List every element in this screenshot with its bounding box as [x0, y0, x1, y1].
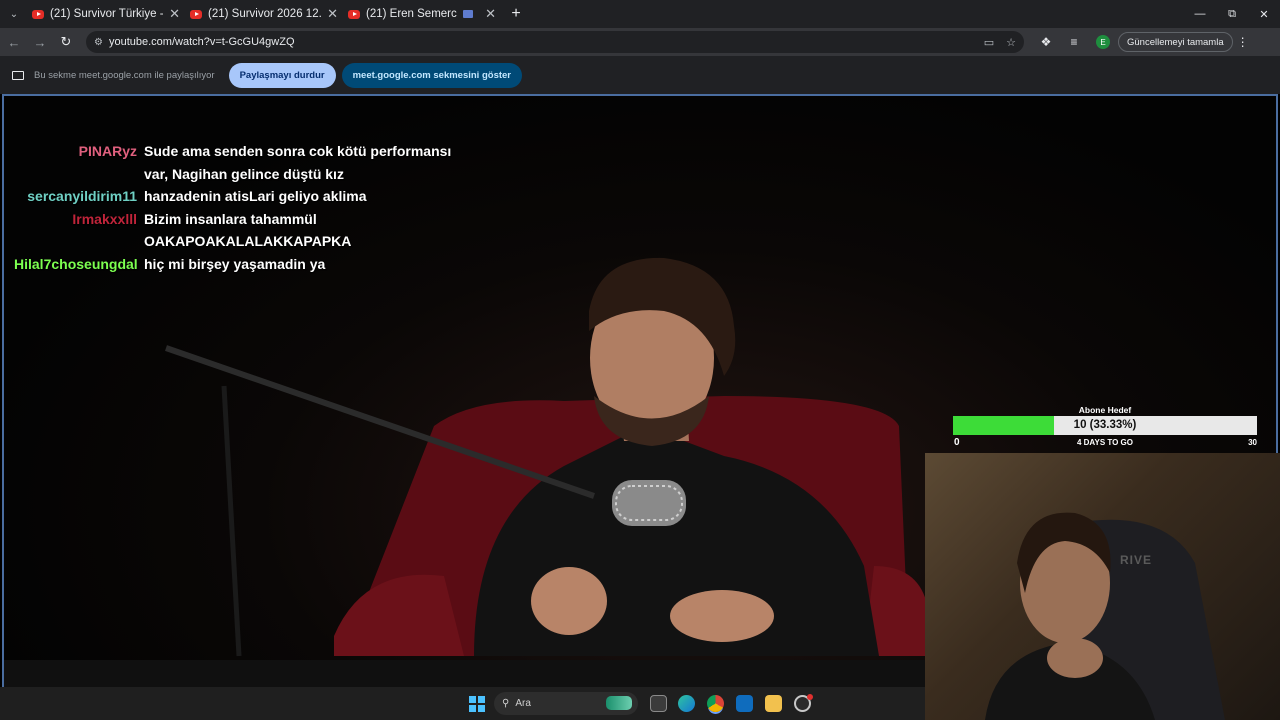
person-right-hand-shape — [670, 590, 774, 642]
cast-icon[interactable]: ▭ — [984, 36, 994, 49]
subscriber-goal-widget: Abone Hedef 10 (33.33%) 0 4 DAYS TO GO 3… — [953, 404, 1257, 449]
chat-username: Hilal7choseungdal — [14, 255, 138, 272]
microphone-stand — [221, 385, 242, 657]
search-highlight-icon — [606, 696, 632, 710]
webcam-overlay — [925, 453, 1280, 720]
tab-close-icon[interactable]: ✕ — [169, 6, 180, 22]
profile-avatar[interactable]: E — [1096, 35, 1110, 49]
goal-progress-label: 10 (33.33%) — [1073, 419, 1137, 431]
browser-toolbar: ← → ↻ ⚙ youtube.com/watch?v=t-GcGU4gwZQ … — [0, 28, 1280, 56]
chat-text: hiç mi birşey yaşamadin ya — [144, 255, 326, 272]
new-tab-button[interactable]: + — [502, 5, 530, 23]
menu-kebab-icon[interactable]: ⋮ — [1233, 35, 1253, 49]
mail-icon[interactable] — [736, 695, 753, 712]
task-view-icon[interactable] — [650, 695, 667, 712]
back-arrow-icon[interactable]: ← — [2, 30, 26, 54]
chat-username: PINARyz — [78, 143, 137, 159]
person-left-hand-shape — [531, 567, 607, 635]
webcam-scene-illustration — [985, 512, 1225, 720]
close-window-icon[interactable]: ✕ — [1248, 0, 1280, 28]
update-button[interactable]: Güncellemeyi tamamla — [1118, 32, 1233, 52]
chat-text: Bizim insanlara tahammül OAKAPOAKALALAKK… — [144, 210, 352, 250]
chat-text: hanzadenin atisLari geliyo aklima — [144, 188, 367, 204]
tab-title: (21) Survivor 2026 12. Hafta 4. Eleme — [208, 8, 322, 20]
screen-share-icon — [12, 70, 24, 80]
edge-icon[interactable] — [678, 695, 695, 712]
stop-sharing-button[interactable]: Paylaşmayı durdur — [228, 62, 336, 88]
browser-tab-3[interactable]: (21) Eren Semerci'den Survivor ✕ — [344, 0, 502, 28]
chat-message: Hilal7choseungdal hiç mi birşey yaşamadi… — [14, 253, 454, 276]
show-meet-tab-button[interactable]: meet.google.com sekmesini göster — [341, 62, 522, 88]
forward-arrow-icon[interactable]: → — [28, 30, 52, 54]
chat-username: Irmakxxlll — [72, 210, 137, 227]
chair-brand-text: RIVE — [1120, 553, 1153, 567]
browser-tab-2[interactable]: (21) Survivor 2026 12. Hafta 4. Eleme ✕ — [186, 0, 344, 28]
site-settings-icon[interactable]: ⚙ — [94, 37, 103, 48]
tab-strip: ⌄ (21) Survivor Türkiye - YouTube ✕ (21)… — [0, 0, 1280, 28]
window-controls: — ⧉ ✕ — [1184, 0, 1280, 28]
goal-max-value: 30 — [1248, 438, 1257, 447]
goal-footer: 0 4 DAYS TO GO 30 — [953, 435, 1257, 449]
restore-icon[interactable]: ⧉ — [1216, 0, 1248, 28]
browser-tab-1[interactable]: (21) Survivor Türkiye - YouTube ✕ — [28, 0, 186, 28]
chat-message: PINARyz Sude ama senden sonra cok kötü p… — [14, 140, 454, 185]
webcam-person-hand — [1047, 638, 1103, 678]
tab-sharing-bar: Bu sekme meet.google.com ile paylaşılıyo… — [0, 56, 1280, 94]
goal-title: Abone Hedef — [1078, 405, 1132, 415]
chat-message: Irmakxxlll Bizim insanlara tahammül OAKA… — [14, 208, 454, 253]
search-icon: ⚲ — [502, 698, 510, 709]
windows-taskbar: ⚲ Ara — [0, 687, 925, 720]
extensions-icon[interactable]: ❖ — [1032, 35, 1060, 49]
address-bar[interactable]: ⚙ youtube.com/watch?v=t-GcGU4gwZQ ▭ ☆ — [86, 31, 1024, 53]
file-explorer-icon[interactable] — [765, 695, 782, 712]
bookmark-star-icon[interactable]: ☆ — [1006, 36, 1016, 49]
sharing-status-text: Bu sekme meet.google.com ile paylaşılıyo… — [34, 69, 215, 81]
notification-badge — [807, 694, 813, 700]
tab-close-icon[interactable]: ✕ — [485, 6, 496, 22]
tab-title: (21) Survivor Türkiye - YouTube — [50, 8, 163, 20]
tab-sharing-icon — [463, 10, 474, 18]
tab-close-icon[interactable]: ✕ — [327, 6, 338, 22]
tab-search-chevron-icon[interactable]: ⌄ — [0, 0, 28, 28]
chrome-icon[interactable] — [707, 695, 724, 712]
minimize-icon[interactable]: — — [1184, 0, 1216, 28]
tab-title: (21) Eren Semerci'den Survivor — [366, 8, 457, 20]
goal-days-remaining: 4 DAYS TO GO — [1076, 438, 1134, 447]
armchair-arm-left — [334, 574, 464, 656]
chat-text: Sude ama senden sonra cok kötü performan… — [144, 143, 452, 182]
chat-overlay: PINARyz Sude ama senden sonra cok kötü p… — [14, 140, 454, 275]
youtube-favicon-icon — [32, 9, 44, 19]
windows-start-icon[interactable] — [469, 696, 485, 712]
youtube-favicon-icon — [348, 9, 360, 19]
goal-progress-bar: 10 (33.33%) — [953, 416, 1257, 435]
media-controls-icon[interactable]: ≡ — [1060, 35, 1088, 49]
reload-icon[interactable]: ↻ — [54, 30, 78, 54]
chat-message: sercanyildirim11 hanzadenin atisLari gel… — [14, 185, 454, 208]
taskbar-search[interactable]: ⚲ Ara — [494, 692, 638, 715]
youtube-favicon-icon — [190, 9, 202, 19]
url-text[interactable]: youtube.com/watch?v=t-GcGU4gwZQ — [109, 36, 972, 48]
search-label: Ara — [515, 698, 531, 709]
chat-username: sercanyildirim11 — [27, 188, 137, 204]
